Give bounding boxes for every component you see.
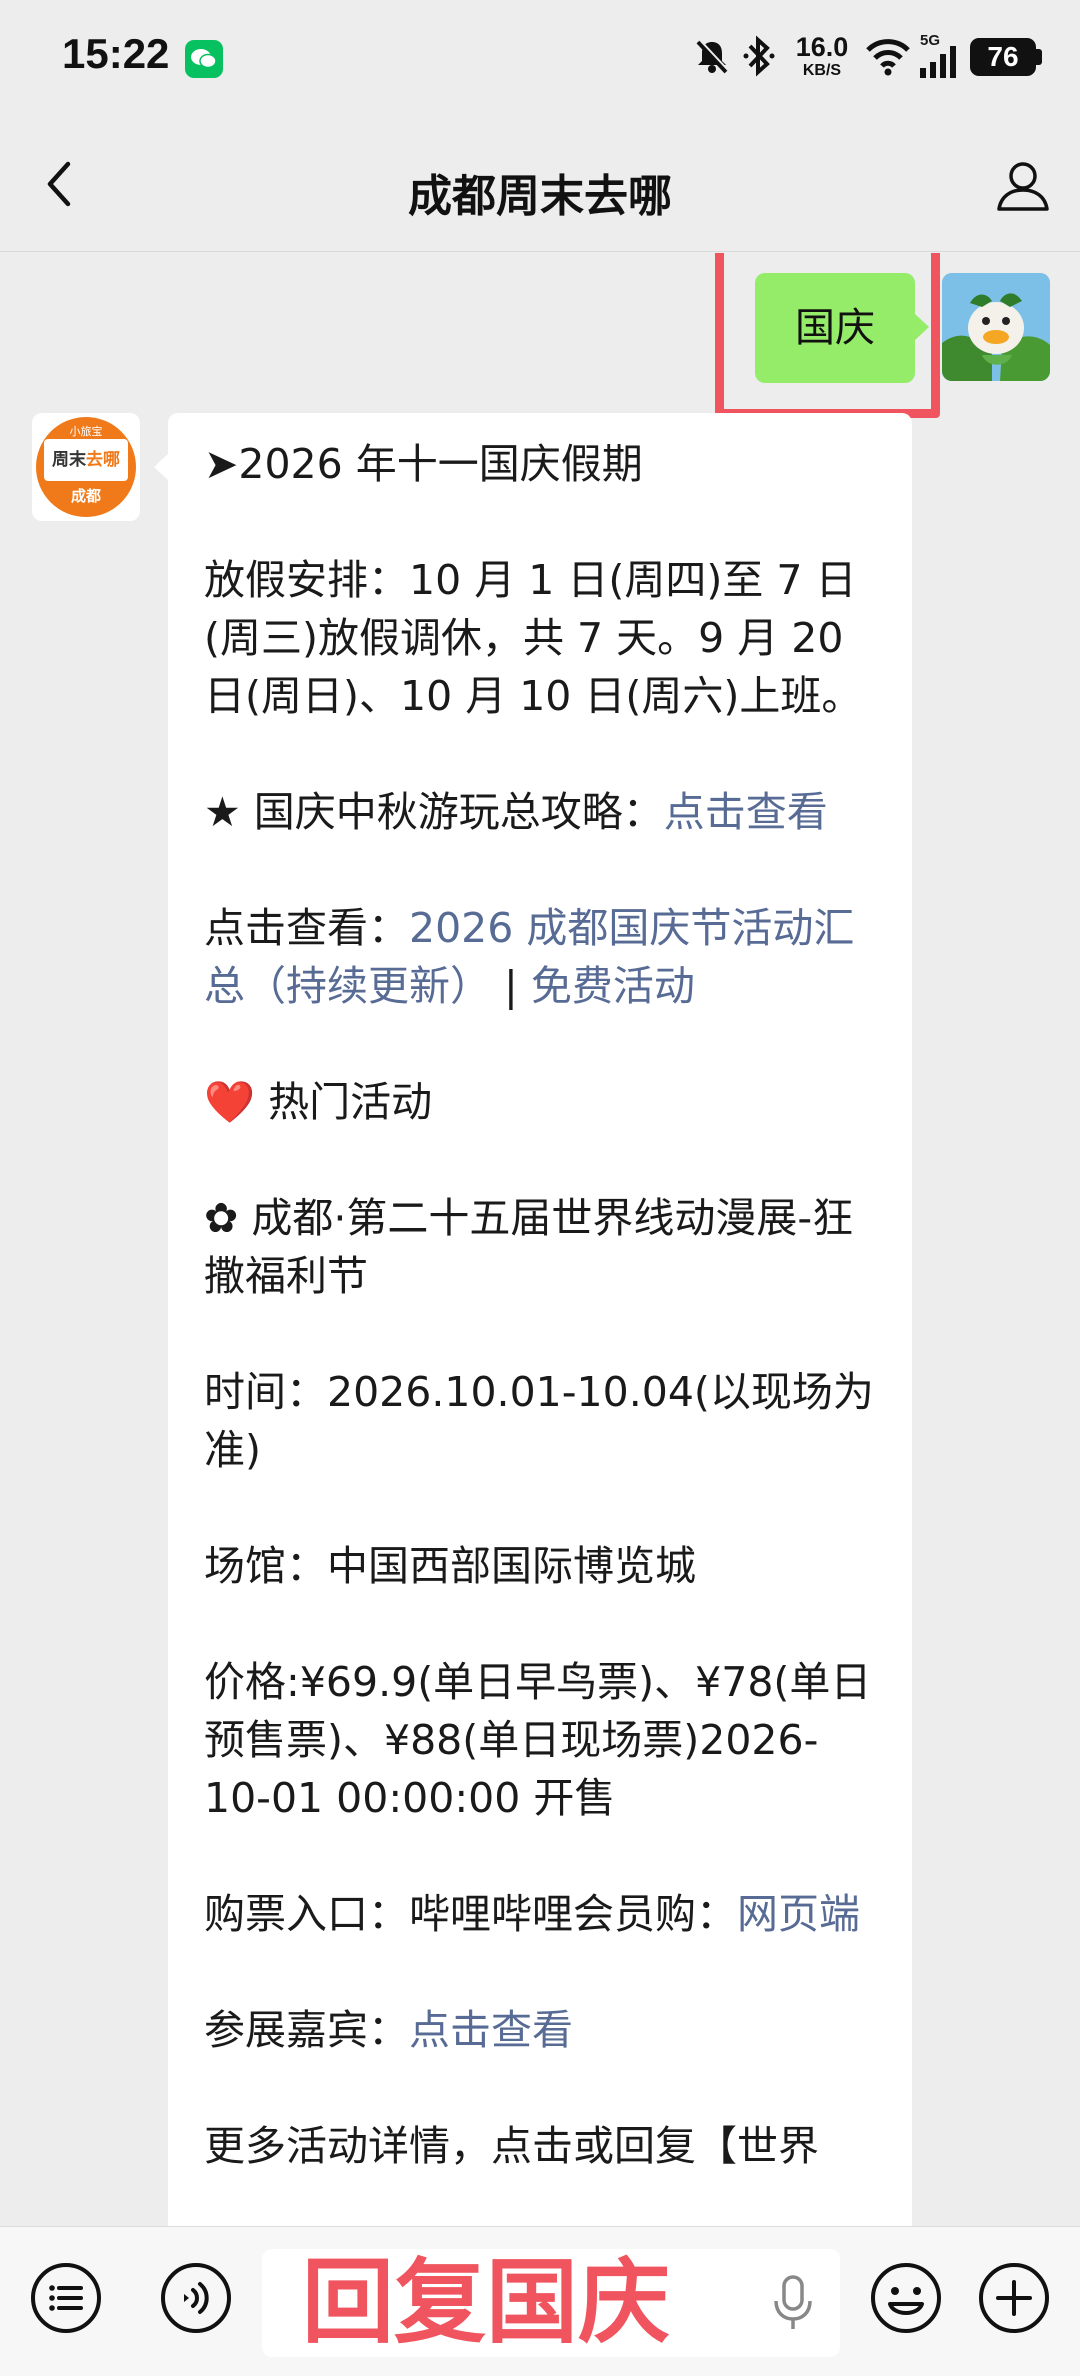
profile-button[interactable] [992,154,1054,216]
wechat-notification-icon [185,40,223,78]
net-speed-unit: KB/S [802,62,842,79]
emoji-icon [871,2263,941,2333]
guide-prefix: ★ 国庆中秋游玩总攻略： [204,788,664,836]
holiday-schedule: 放假安排：10 月 1 日(周四)至 7 日(周三)放假调休，共 7 天。9 月… [204,556,863,720]
avatar-name-b: 去哪 [86,450,120,470]
chat-title: 成都周末去哪 [408,171,672,222]
more-details-line: 更多活动详情，点击或回复【世界 [204,2122,819,2170]
user-avatar[interactable] [942,273,1050,381]
heart-icon: ❤️ [204,1078,256,1126]
chat-header: 成都周末去哪 [0,118,1080,252]
summary-prefix: 点击查看： [204,904,409,952]
incoming-bubble[interactable]: ➤2026 年十一国庆假期 放假安排：10 月 1 日(周四)至 7 日(周三)… [154,413,912,2226]
voice-icon [161,2263,231,2333]
net-speed: 16.0 KB/S [792,34,852,79]
avatar-city: 成都 [70,487,101,505]
official-account-avatar[interactable]: 小旅宝 周末去哪 成都 [32,413,140,521]
message-input[interactable]: 回复国庆 [262,2249,840,2357]
highlight-annotation [715,253,940,418]
avatar-top-text: 小旅宝 [69,425,103,438]
menu-list-icon [31,2263,101,2333]
hot-activities-label: 热门活动 [268,1078,433,1126]
free-activities-link[interactable]: 免费活动 [531,962,695,1010]
microphone-icon [774,2275,812,2329]
battery-level: 76 [970,38,1036,76]
signal-bars-icon [920,46,956,78]
guests-prefix: 参展嘉宾： [204,2006,409,2054]
avatar-name: 周末去哪 [44,439,128,481]
summary-line: 点击查看：2026 成都国庆节活动汇总（持续更新） | 免费活动 [204,899,878,1015]
bluetooth-icon [743,35,775,77]
more-actions-button[interactable] [976,2260,1052,2336]
avatar-name-a: 周末 [52,450,86,470]
input-overlay-text: 回复国庆 [302,2249,671,2356]
avatar-logo: 小旅宝 周末去哪 成都 [36,417,136,517]
cellular-signal: 5G [920,32,960,80]
guide-line: ★ 国庆中秋游玩总攻略：点击查看 [204,783,878,841]
status-time: 15:22 [62,30,170,77]
mute-bell-icon [696,39,729,74]
holiday-title: ➤2026 年十一国庆假期 [204,440,643,488]
guests-link[interactable]: 点击查看 [409,2006,573,2054]
menu-button[interactable] [28,2260,104,2336]
guide-link[interactable]: 点击查看 [664,788,828,836]
event-price: 价格:¥69.9(单日早鸟票)、¥78(单日预售票)、¥88(单日现场票)202… [204,1658,872,1822]
event-venue: 场馆：中国西部国际博览城 [204,1542,696,1590]
outgoing-message: 国庆 [0,253,1080,418]
person-icon [997,162,1049,211]
voice-toggle-button[interactable] [158,2260,234,2336]
net-speed-value: 16.0 [795,32,849,62]
event-title: ✿ 成都·第二十五届世界线动漫展-狂撒福利节 [204,1194,854,1300]
guests-line: 参展嘉宾：点击查看 [204,2001,878,2059]
event-time: 时间：2026.10.01-10.04(以现场为准) [204,1368,874,1474]
wifi-icon [866,39,910,76]
mic-button[interactable] [768,2273,818,2333]
status-bar: 15:22 16.0 KB/S 5G 76 [0,0,1080,118]
ticket-prefix: 购票入口：哔哩哔哩会员购： [204,1890,737,1938]
ticket-link[interactable]: 网页端 [737,1890,860,1938]
plus-icon [979,2263,1049,2333]
chat-area[interactable]: 国庆 小旅宝 周末去哪 成都 ➤2026 年十一国庆假期 放假安排：10 月 1… [0,253,1080,2226]
status-icons: 16.0 KB/S 5G 76 [692,30,1042,86]
emoji-button[interactable] [868,2260,944,2336]
hot-activities-heading: ❤️ 热门活动 [204,1073,878,1131]
summary-separator: | [491,962,531,1010]
ticket-line: 购票入口：哔哩哔哩会员购：网页端 [204,1885,878,1943]
battery-tip [1036,49,1042,65]
input-toolbar: 回复国庆 [0,2226,1080,2376]
